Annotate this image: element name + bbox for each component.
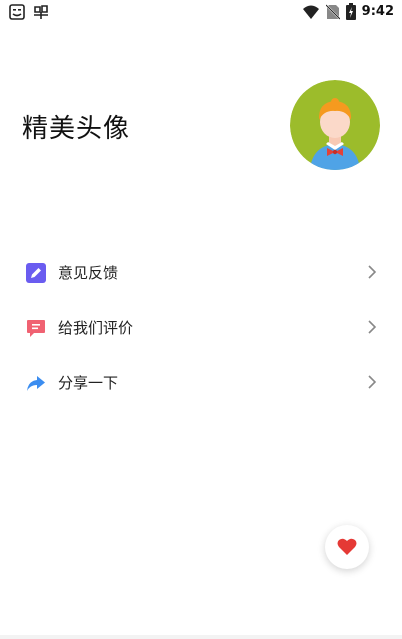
status-bar: 9:42 bbox=[0, 0, 402, 26]
rate-us-label: 给我们评价 bbox=[58, 319, 134, 337]
page-title: 精美头像 bbox=[22, 114, 131, 144]
status-left bbox=[8, 3, 50, 21]
comment-icon bbox=[27, 320, 45, 337]
share-item[interactable]: 分享一下 bbox=[0, 355, 402, 410]
wifi-icon bbox=[302, 5, 319, 19]
rate-us-item[interactable]: 给我们评价 bbox=[0, 300, 402, 355]
status-right: 9:42 bbox=[302, 3, 394, 20]
share-icon bbox=[27, 376, 45, 391]
boy-avatar-icon[interactable] bbox=[290, 80, 380, 170]
battery-charging-icon bbox=[345, 3, 356, 20]
chevron-right-icon bbox=[368, 320, 377, 334]
no-sim-icon bbox=[325, 3, 340, 20]
face-icon bbox=[9, 4, 25, 20]
share-label: 分享一下 bbox=[58, 374, 119, 392]
feedback-label: 意见反馈 bbox=[58, 264, 119, 282]
menu-list: 意见反馈 给我们评价 分享一下 bbox=[0, 245, 402, 410]
bug-icon bbox=[34, 5, 48, 19]
bottom-divider bbox=[0, 635, 402, 639]
status-time: 9:42 bbox=[361, 4, 394, 19]
heart-icon bbox=[337, 538, 357, 555]
favorite-button[interactable] bbox=[325, 525, 369, 569]
edit-icon bbox=[26, 263, 46, 283]
chevron-right-icon bbox=[368, 375, 377, 389]
chevron-right-icon bbox=[368, 265, 377, 279]
feedback-item[interactable]: 意见反馈 bbox=[0, 245, 402, 300]
